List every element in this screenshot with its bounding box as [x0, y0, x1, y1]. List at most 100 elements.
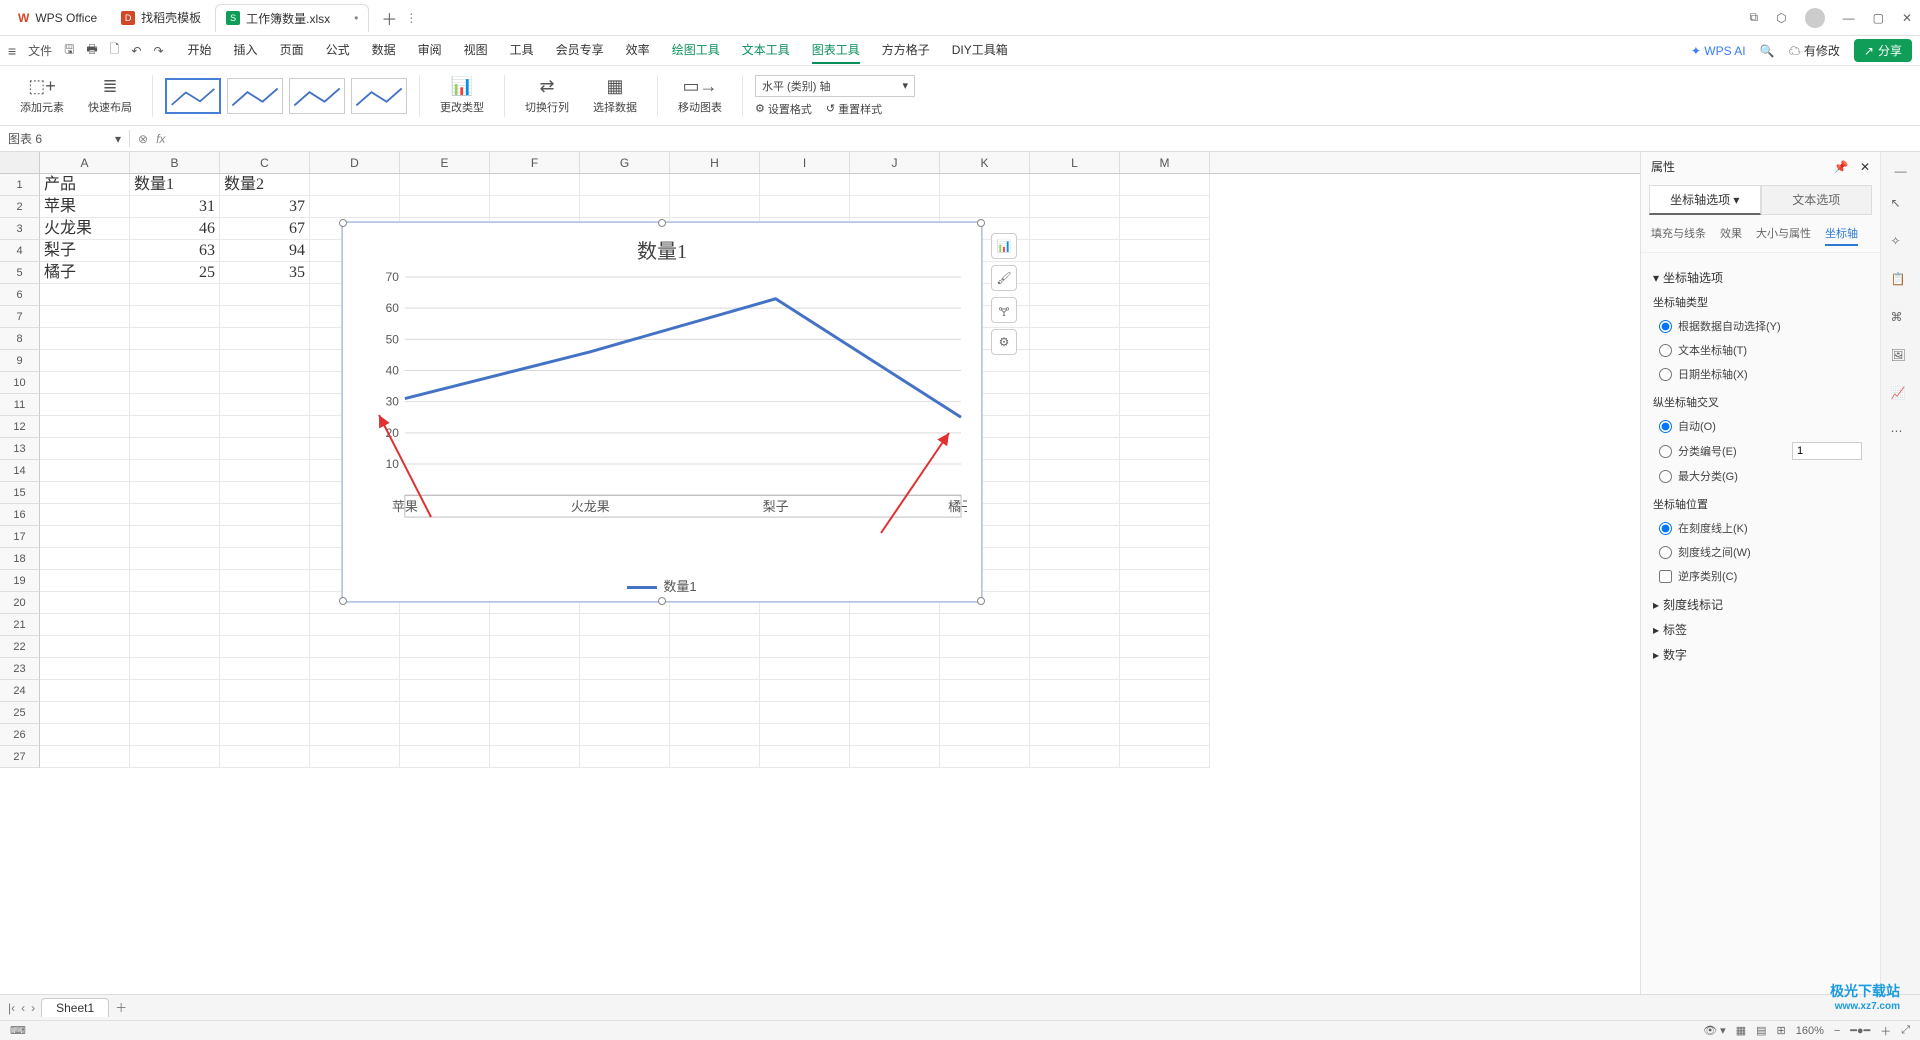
cell[interactable]	[220, 680, 310, 702]
tab-insert[interactable]: 插入	[234, 37, 258, 64]
cell[interactable]	[220, 526, 310, 548]
cell[interactable]	[310, 724, 400, 746]
cell[interactable]	[40, 504, 130, 526]
radio-text-axis[interactable]: 文本坐标轴(T)	[1653, 338, 1868, 362]
cell[interactable]	[940, 724, 1030, 746]
tab-file[interactable]: S 工作簿数量.xlsx •	[215, 4, 369, 32]
cell[interactable]	[1120, 592, 1210, 614]
cell[interactable]	[760, 174, 850, 196]
row-header[interactable]: 15	[0, 482, 40, 504]
cell[interactable]	[1120, 680, 1210, 702]
fullscreen-icon[interactable]: ⤢	[1901, 1024, 1910, 1037]
cell[interactable]	[220, 702, 310, 724]
cell[interactable]	[220, 636, 310, 658]
row-header[interactable]: 8	[0, 328, 40, 350]
row-header[interactable]: 5	[0, 262, 40, 284]
cell[interactable]	[1030, 680, 1120, 702]
cell[interactable]	[760, 702, 850, 724]
cell[interactable]	[850, 658, 940, 680]
cell[interactable]	[400, 746, 490, 768]
cell[interactable]	[670, 174, 760, 196]
cell[interactable]	[670, 680, 760, 702]
cell[interactable]	[1030, 592, 1120, 614]
cell[interactable]	[400, 636, 490, 658]
subtab-size[interactable]: 大小与属性	[1756, 225, 1811, 246]
cell[interactable]	[130, 284, 220, 306]
cell[interactable]: 67	[220, 218, 310, 240]
cell[interactable]	[1120, 504, 1210, 526]
row-header[interactable]: 12	[0, 416, 40, 438]
cell[interactable]	[40, 372, 130, 394]
cell[interactable]	[580, 724, 670, 746]
cell[interactable]	[1030, 394, 1120, 416]
cell[interactable]	[940, 614, 1030, 636]
tab-view[interactable]: 视图	[464, 37, 488, 64]
cell[interactable]	[940, 636, 1030, 658]
view-eye-icon[interactable]: 👁 ▾	[1703, 1024, 1726, 1037]
cell[interactable]	[310, 614, 400, 636]
tab-draw-tools[interactable]: 绘图工具	[672, 37, 720, 64]
cell[interactable]	[1120, 306, 1210, 328]
cell[interactable]: 梨子	[40, 240, 130, 262]
cell[interactable]: 火龙果	[40, 218, 130, 240]
status-left-icon[interactable]: ⌨	[10, 1024, 26, 1037]
section-tick-mark[interactable]: ▸ 刻度线标记	[1653, 596, 1868, 613]
cell[interactable]	[400, 614, 490, 636]
col-J[interactable]: J	[850, 152, 940, 173]
move-chart-button[interactable]: ▭→ 移动图表	[670, 76, 730, 115]
cell[interactable]	[1120, 460, 1210, 482]
tab-wps-home[interactable]: W WPS Office	[8, 4, 107, 32]
cell[interactable]	[1120, 218, 1210, 240]
cell[interactable]	[310, 658, 400, 680]
cell[interactable]	[490, 174, 580, 196]
cell[interactable]	[1120, 328, 1210, 350]
cell[interactable]	[220, 482, 310, 504]
cell[interactable]	[40, 614, 130, 636]
row-header[interactable]: 25	[0, 702, 40, 724]
col-E[interactable]: E	[400, 152, 490, 173]
cell[interactable]	[40, 724, 130, 746]
cell[interactable]	[130, 636, 220, 658]
cell[interactable]	[40, 438, 130, 460]
tab-add-button[interactable]: ＋	[373, 6, 405, 30]
cell[interactable]	[1030, 526, 1120, 548]
set-format-button[interactable]: ⚙ 设置格式	[755, 101, 812, 117]
close-panel-icon[interactable]: ✕	[1860, 160, 1870, 174]
cell[interactable]	[1120, 702, 1210, 724]
cell[interactable]	[400, 196, 490, 218]
cell[interactable]: 94	[220, 240, 310, 262]
cell[interactable]	[1120, 240, 1210, 262]
cell[interactable]	[40, 416, 130, 438]
cell[interactable]: 35	[220, 262, 310, 284]
cell[interactable]	[220, 460, 310, 482]
cell[interactable]	[1120, 416, 1210, 438]
row-header[interactable]: 18	[0, 548, 40, 570]
switch-rowcol-button[interactable]: ⇄ 切换行列	[517, 76, 577, 115]
cell[interactable]	[1030, 284, 1120, 306]
cross-cat-input[interactable]	[1792, 442, 1862, 460]
cell[interactable]	[670, 658, 760, 680]
cell[interactable]: 63	[130, 240, 220, 262]
select-tool-icon[interactable]: ↖	[1891, 196, 1911, 216]
cell[interactable]	[670, 724, 760, 746]
cell[interactable]	[670, 196, 760, 218]
cell[interactable]	[220, 306, 310, 328]
cell[interactable]	[130, 416, 220, 438]
cell[interactable]	[670, 702, 760, 724]
subtab-fill[interactable]: 填充与线条	[1651, 225, 1706, 246]
cell[interactable]	[40, 680, 130, 702]
tab-ffgz[interactable]: 方方格子	[882, 37, 930, 64]
row-header[interactable]: 13	[0, 438, 40, 460]
view-normal-icon[interactable]: ▦	[1736, 1024, 1746, 1037]
cell[interactable]	[400, 680, 490, 702]
cell[interactable]	[40, 746, 130, 768]
search-icon[interactable]: 🔍	[1760, 44, 1775, 58]
cell[interactable]	[130, 746, 220, 768]
tab-chart-tools[interactable]: 图表工具	[812, 37, 860, 64]
change-type-button[interactable]: 📊 更改类型	[432, 76, 492, 115]
cell[interactable]	[40, 548, 130, 570]
cell[interactable]	[580, 614, 670, 636]
cell[interactable]	[220, 548, 310, 570]
row-header[interactable]: 14	[0, 460, 40, 482]
cell[interactable]	[130, 570, 220, 592]
